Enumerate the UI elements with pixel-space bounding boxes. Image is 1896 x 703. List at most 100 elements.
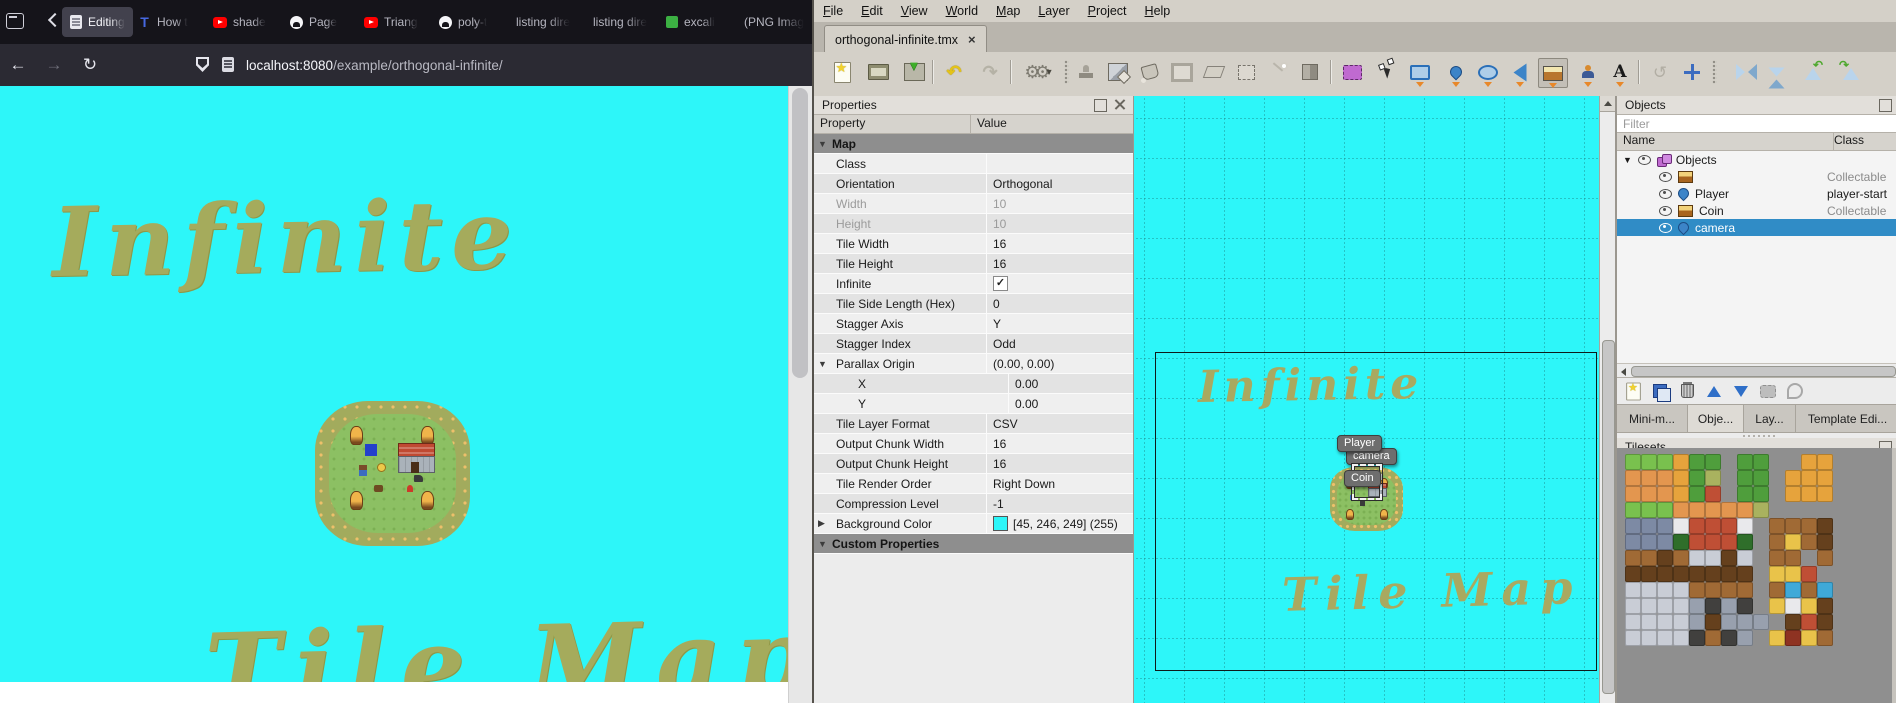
property-row[interactable]: OrientationOrthogonal [814, 174, 1133, 194]
property-row[interactable]: Tile Side Length (Hex)0 [814, 294, 1133, 314]
tileset-image[interactable] [1625, 454, 1833, 646]
property-row[interactable]: Tile Height16 [814, 254, 1133, 274]
game-canvas[interactable]: Infinite [0, 86, 789, 682]
browser-tab-shade[interactable]: shade [213, 7, 273, 37]
tileset-scrollbar[interactable] [1892, 448, 1896, 703]
save-button[interactable] [900, 58, 928, 86]
bucket-fill-button[interactable] [1136, 58, 1164, 86]
insert-polygon-button[interactable] [1506, 58, 1534, 86]
expander-icon[interactable]: ▼ [1623, 155, 1632, 165]
highlight-object-button[interactable] [1758, 381, 1778, 401]
scrollbar-thumb[interactable] [792, 88, 808, 378]
browser-tab-how[interactable]: T How t [138, 7, 196, 37]
objects-horizontal-scrollbar[interactable] [1617, 364, 1896, 378]
property-row[interactable]: Y0.00 [814, 394, 1133, 414]
page-info-icon[interactable] [222, 57, 234, 72]
menu-project[interactable]: Project [1079, 4, 1136, 18]
close-icon[interactable]: × [968, 32, 976, 47]
eye-icon[interactable] [1659, 206, 1672, 216]
toolbar-handle[interactable] [1712, 60, 1717, 84]
tab-minimap[interactable]: Mini-m... [1617, 405, 1688, 432]
toolbar-handle[interactable] [1064, 60, 1069, 84]
menu-layer[interactable]: Layer [1029, 4, 1078, 18]
tab-scroll-left-icon[interactable] [48, 12, 58, 28]
firefox-view-icon[interactable] [6, 13, 24, 29]
url-bar[interactable]: localhost:8080/example/orthogonal-infini… [246, 44, 503, 86]
magic-wand-button[interactable] [1264, 58, 1292, 86]
property-row[interactable]: Compression Level-1 [814, 494, 1133, 514]
reload-icon[interactable]: ↻ [80, 44, 100, 86]
insert-text-button[interactable]: A [1606, 58, 1634, 86]
back-icon[interactable]: ← [8, 44, 28, 86]
eye-icon[interactable] [1659, 189, 1672, 199]
expander-icon[interactable]: ▼ [818, 359, 827, 369]
browser-tab-png[interactable]: (PNG Imag [744, 7, 808, 37]
menu-world[interactable]: World [937, 4, 987, 18]
property-row-parallax[interactable]: ▼Parallax Origin(0.00, 0.00) [814, 354, 1133, 374]
property-row[interactable]: Output Chunk Width16 [814, 434, 1133, 454]
menu-edit[interactable]: Edit [852, 4, 892, 18]
object-row-unnamed[interactable]: Collectable [1617, 168, 1896, 185]
float-icon[interactable] [1879, 99, 1892, 112]
redo-button[interactable]: ↷ [976, 58, 1004, 86]
property-row-infinite[interactable]: Infinite✓ [814, 274, 1133, 294]
expander-icon[interactable]: ▼ [818, 139, 827, 149]
insert-rectangle-button[interactable] [1406, 58, 1434, 86]
browser-tab-listing-1[interactable]: listing dire [516, 7, 574, 37]
tileset-view[interactable] [1617, 448, 1896, 703]
forward-icon[interactable]: → [44, 44, 64, 86]
map-vertical-scrollbar[interactable] [1599, 96, 1615, 703]
property-group-map[interactable]: ▼Map [814, 134, 1133, 154]
eye-icon[interactable] [1638, 155, 1651, 165]
browser-tab-excali[interactable]: excali [666, 7, 728, 37]
close-icon[interactable] [1114, 99, 1125, 110]
browser-scrollbar[interactable] [788, 86, 812, 703]
delete-object-button[interactable] [1677, 381, 1697, 401]
property-row[interactable]: Stagger IndexOdd [814, 334, 1133, 354]
select-objects-purple-button[interactable] [1338, 58, 1366, 86]
property-row[interactable]: Tile Render OrderRight Down [814, 474, 1133, 494]
new-file-button[interactable] [828, 58, 856, 86]
infinite-checkbox[interactable]: ✓ [993, 276, 1008, 291]
commands-button[interactable]: ⚙⚙▾ [1018, 58, 1058, 86]
undo-button[interactable]: ↶ [940, 58, 968, 86]
property-group-custom[interactable]: ▼Custom Properties [814, 534, 1133, 554]
tab-objects[interactable]: Obje... [1688, 405, 1744, 432]
document-tab[interactable]: orthogonal-infinite.tmx × [824, 25, 987, 53]
browser-tab-poly[interactable]: poly-t [439, 7, 501, 37]
browser-tab-page[interactable]: Page [290, 7, 346, 37]
tab-layers[interactable]: Lay... [1744, 405, 1796, 432]
browser-tab-listing-2[interactable]: listing dire [593, 7, 651, 37]
eraser-button[interactable] [1200, 58, 1228, 86]
browser-tab-editing[interactable]: Editing [62, 7, 133, 37]
tab-template-editor[interactable]: Template Edi... [1796, 405, 1896, 432]
scrollbar-thumb[interactable] [1631, 366, 1896, 377]
scroll-up-icon[interactable] [1600, 96, 1615, 112]
object-row-group[interactable]: ▼Objects [1617, 151, 1896, 168]
lower-object-button[interactable] [1731, 381, 1751, 401]
menu-help[interactable]: Help [1136, 4, 1180, 18]
property-row[interactable]: X0.00 [814, 374, 1133, 394]
map-view[interactable]: Infinite Player camera Coin Tile Map [1134, 96, 1615, 703]
flip-horizontal-button[interactable] [1726, 58, 1754, 86]
menu-view[interactable]: View [892, 4, 937, 18]
coin-object-label[interactable]: Coin [1344, 470, 1381, 487]
expander-icon[interactable]: ▼ [818, 539, 827, 549]
duplicate-object-button[interactable] [1650, 381, 1670, 401]
object-row-coin[interactable]: Coin Collectable [1617, 202, 1896, 219]
property-row-background-color[interactable]: ▶Background Color[45, 246, 249] (255) [814, 514, 1133, 534]
menu-file[interactable]: File [814, 4, 852, 18]
property-row[interactable]: Stagger AxisY [814, 314, 1133, 334]
menu-map[interactable]: Map [987, 4, 1029, 18]
objects-filter-input[interactable]: Filter [1617, 115, 1896, 133]
shield-icon[interactable] [196, 57, 209, 72]
property-row[interactable]: Class [814, 154, 1133, 174]
insert-template-button[interactable] [1574, 58, 1602, 86]
raise-object-button[interactable] [1704, 381, 1724, 401]
player-object-label[interactable]: Player [1337, 435, 1382, 452]
rect-select-button[interactable] [1232, 58, 1260, 86]
property-row[interactable]: Tile Width16 [814, 234, 1133, 254]
same-tile-select-button[interactable] [1296, 58, 1324, 86]
eye-icon[interactable] [1659, 223, 1672, 233]
rotate-right-button[interactable] [1836, 58, 1864, 86]
